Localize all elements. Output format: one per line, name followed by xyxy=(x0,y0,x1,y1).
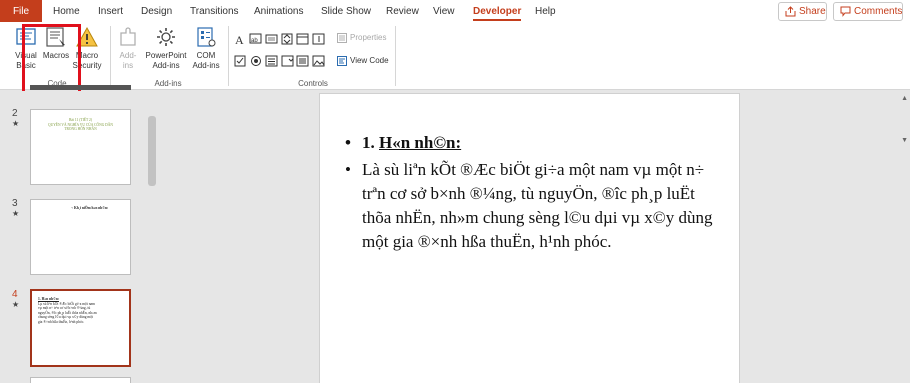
controls-row-2 xyxy=(234,54,330,73)
group-separator xyxy=(395,26,396,86)
slide-bullet-definition: • Là sù liªn kÕt ®Æc biÖt gi÷a một nam v… xyxy=(340,158,720,254)
thumb-line: ¬ Kh¸i niÖm h«n nh©n: xyxy=(71,206,109,210)
view-code-label: View Code xyxy=(350,56,389,65)
properties-icon xyxy=(337,33,347,43)
controls-group-label: Controls xyxy=(298,79,328,88)
scrollbar-thumb[interactable] xyxy=(148,116,156,186)
controls-row-1: A ab xyxy=(234,32,330,51)
active-tab-underline xyxy=(473,19,522,21)
bullet-dot: • xyxy=(345,133,351,152)
slide-thumbnail-2[interactable]: Bài 11 (TIẾT 2) QUYỀN VÀ NGHĨA VỤ CỦA CÔ… xyxy=(30,109,131,185)
comments-label: Comments xyxy=(854,6,903,17)
share-icon xyxy=(785,6,796,17)
button-control-icon[interactable] xyxy=(265,34,278,44)
slide-number: 4 xyxy=(12,289,18,300)
share-button[interactable]: Share xyxy=(778,2,827,21)
tab-developer-label: Developer xyxy=(473,6,522,17)
developer-ribbon: Visual Basic Macros Macro Security Code … xyxy=(0,22,910,90)
combo-box-icon[interactable] xyxy=(281,55,294,67)
svg-text:A: A xyxy=(235,33,244,46)
thumb-line: Lµ sù liªn kÕt ®Æc biÖt gi÷a một nam vµ … xyxy=(38,301,97,324)
list-box-icon[interactable] xyxy=(265,55,278,67)
addins-label-1: Add- xyxy=(119,51,137,60)
thumbnail-scrollbar[interactable] xyxy=(146,91,158,383)
tab-review[interactable]: Review xyxy=(386,0,419,22)
current-slide[interactable]: • 1. H«n nh©n: • Là sù liªn kÕt ®Æc biÖt… xyxy=(319,93,740,383)
com-addins-button[interactable]: COM Add-ins xyxy=(188,25,224,71)
toggle-button-icon[interactable] xyxy=(296,55,309,67)
slide-thumbnail-1[interactable] xyxy=(30,85,131,90)
tab-home[interactable]: Home xyxy=(53,0,80,22)
image-control-icon[interactable] xyxy=(312,55,325,67)
slide-thumbnail-3[interactable]: ¬ Kh¸i niÖm h«n nh©n: xyxy=(30,199,131,275)
tab-transitions[interactable]: Transitions xyxy=(190,0,239,22)
addins-icon xyxy=(120,27,136,46)
powerpoint-addins-button[interactable]: PowerPoint Add-ins xyxy=(142,25,190,71)
tab-animations[interactable]: Animations xyxy=(254,0,303,22)
bullet-heading-text: H«n nh©n: xyxy=(379,133,462,152)
scrollbar-control-icon[interactable] xyxy=(312,33,325,45)
textbox-control-icon[interactable]: ab xyxy=(249,33,262,44)
group-separator xyxy=(228,26,229,86)
slide-thumbnail-pane: 2 ★ Bài 11 (TIẾT 2) QUYỀN VÀ NGHĨA VỤ CỦ… xyxy=(0,85,160,383)
slide-body-text[interactable]: • 1. H«n nh©n: • Là sù liªn kÕt ®Æc biÖt… xyxy=(340,132,720,254)
com-addins-label-1: COM xyxy=(196,51,216,60)
comment-icon xyxy=(840,6,851,17)
svg-text:ab: ab xyxy=(251,38,258,44)
animation-star-icon: ★ xyxy=(12,300,20,309)
checkbox-control-icon[interactable] xyxy=(234,55,246,67)
addins-label-2: ins xyxy=(122,61,134,70)
animation-star-icon: ★ xyxy=(12,209,20,218)
com-addins-label-2: Add-ins xyxy=(192,61,220,70)
powerpoint-addins-label-2: Add-ins xyxy=(152,61,180,70)
thumb-line: TRONG HÔN NHÂN xyxy=(64,127,97,132)
slide-number: 2 xyxy=(12,108,18,119)
slide-thumbnail-4[interactable]: 1. H«n nh©n: Lµ sù liªn kÕt ®Æc biÖt gi÷… xyxy=(30,289,131,367)
slide-number: 3 xyxy=(12,198,18,209)
scroll-down-arrow-icon[interactable]: ▼ xyxy=(901,137,908,144)
properties-label: Properties xyxy=(350,33,387,42)
slide-editing-canvas: • 1. H«n nh©n: • Là sù liªn kÕt ®Æc biÖt… xyxy=(160,91,910,383)
ribbon-tab-bar: File Home Insert Design Transitions Anim… xyxy=(0,0,910,22)
slide-bullet-heading: • 1. H«n nh©n: xyxy=(340,132,720,154)
tab-file[interactable]: File xyxy=(0,0,42,22)
tab-developer[interactable]: Developer xyxy=(473,0,522,22)
comments-button[interactable]: Comments xyxy=(833,2,903,21)
scroll-up-arrow-icon[interactable]: ▲ xyxy=(901,95,908,102)
label-control-icon[interactable]: A xyxy=(235,33,244,47)
slide-thumbnail-5[interactable] xyxy=(30,377,131,383)
powerpoint-addins-label-1: PowerPoint xyxy=(145,51,187,60)
addins-group-label: Add-ins xyxy=(154,79,182,88)
bullet-dot: • xyxy=(345,160,351,179)
tab-slide-show[interactable]: Slide Show xyxy=(321,0,371,22)
tab-insert[interactable]: Insert xyxy=(98,0,123,22)
frame-control-icon[interactable] xyxy=(296,33,309,45)
tab-design[interactable]: Design xyxy=(141,0,172,22)
bullet-heading-number: 1. xyxy=(362,133,375,152)
view-code-button[interactable]: View Code xyxy=(337,55,389,67)
addins-button[interactable]: Add- ins xyxy=(110,25,146,71)
spin-button-icon[interactable] xyxy=(281,33,293,45)
tab-help[interactable]: Help xyxy=(535,0,556,22)
view-code-icon xyxy=(337,56,347,66)
properties-button[interactable]: Properties xyxy=(337,32,386,44)
animation-star-icon: ★ xyxy=(12,119,20,128)
powerpoint-window: File Home Insert Design Transitions Anim… xyxy=(0,0,910,383)
share-label: Share xyxy=(799,6,826,17)
com-addins-icon xyxy=(197,27,216,47)
gear-icon xyxy=(157,28,175,46)
tab-view[interactable]: View xyxy=(433,0,455,22)
bullet-definition-text: Là sù liªn kÕt ®Æc biÖt gi÷a một nam vµ … xyxy=(362,160,713,251)
option-button-icon[interactable] xyxy=(251,56,261,66)
